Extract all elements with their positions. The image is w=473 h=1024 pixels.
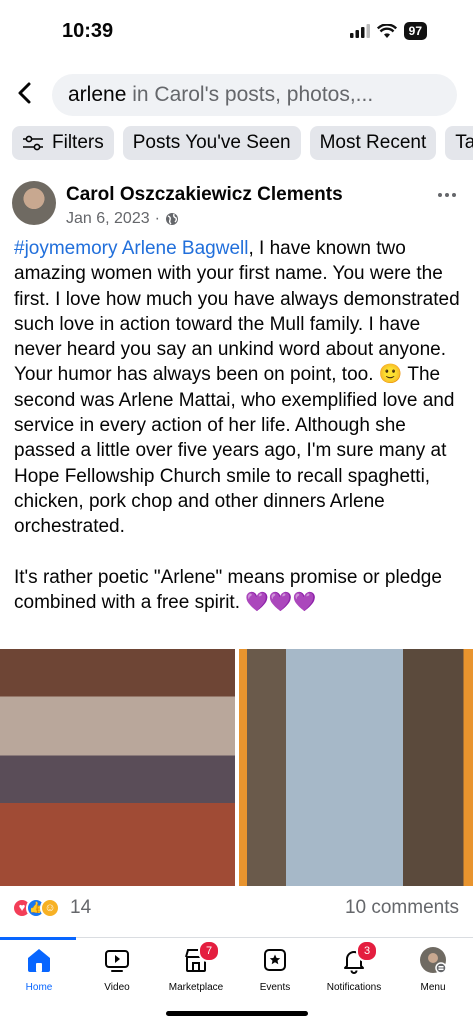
chip-label: Most Recent [319, 132, 427, 153]
author-name[interactable]: Carol Oszczakiewicz Clements [66, 184, 343, 206]
post-date[interactable]: Jan 6, 2023 [66, 210, 150, 228]
comments-link[interactable]: 10 comments [345, 897, 459, 919]
post-meta: Jan 6, 2023 · [66, 210, 179, 228]
tagged-chip[interactable]: Ta [445, 126, 473, 160]
post-header: Carol Oszczakiewicz Clements Jan 6, 2023… [12, 181, 461, 233]
post-paragraph: #joymemory Arlene Bagwell, I have known … [14, 236, 464, 540]
active-tab-indicator [0, 937, 76, 940]
signal-icon [349, 24, 370, 38]
tab-label: Events [259, 982, 291, 993]
filters-chip[interactable]: Filters [12, 126, 114, 160]
status-icons: 97 [349, 22, 427, 40]
sliders-icon [23, 135, 43, 151]
search-row: arlene in Carol's posts, photos,... [0, 72, 473, 118]
posts-youve-seen-chip[interactable]: Posts You've Seen [122, 126, 301, 160]
bottom-tab-bar: Home Video 7 Marketplace Events 3 Notifi… [0, 937, 473, 1024]
bell-icon: 3 [340, 940, 378, 974]
notification-badge: 7 [198, 940, 220, 962]
tab-notifications[interactable]: 3 Notifications [316, 940, 392, 993]
chip-label: Filters [52, 132, 104, 153]
filter-chips: Filters Posts You've Seen Most Recent Ta [12, 126, 473, 160]
author-avatar[interactable] [12, 181, 56, 225]
chevron-left-icon [18, 82, 31, 104]
reaction-count[interactable]: 14 [70, 897, 91, 919]
hashtag-link[interactable]: #joymemory [14, 238, 117, 259]
back-button[interactable] [14, 78, 42, 112]
mention-link[interactable]: Arlene Bagwell [122, 238, 249, 259]
more-horizontal-icon [438, 193, 456, 197]
tab-events[interactable]: Events [237, 946, 313, 993]
chip-label: Posts You've Seen [132, 132, 291, 153]
care-reaction-icon: ☺ [40, 898, 60, 918]
globe-icon [165, 213, 178, 225]
more-options-button[interactable] [437, 181, 457, 204]
tab-label: Menu [420, 982, 446, 993]
tab-menu[interactable]: Menu [395, 946, 471, 993]
chip-label: Ta [455, 132, 473, 153]
tab-marketplace[interactable]: 7 Marketplace [158, 940, 234, 993]
search-scope: in Carol's posts, photos,... [126, 83, 374, 106]
tab-label: Video [104, 982, 130, 993]
notification-badge: 3 [356, 940, 378, 962]
events-icon [261, 946, 289, 974]
post-photo[interactable] [0, 649, 235, 886]
home-indicator [166, 1011, 308, 1016]
tab-label: Notifications [326, 982, 382, 993]
status-time: 10:39 [62, 20, 114, 42]
video-icon [103, 946, 131, 974]
status-bar: 10:39 97 [0, 0, 473, 62]
marketplace-icon: 7 [182, 940, 220, 974]
most-recent-chip[interactable]: Most Recent [309, 126, 437, 160]
search-input[interactable]: arlene in Carol's posts, photos,... [52, 74, 457, 116]
meta-separator: · [154, 210, 160, 227]
home-icon [25, 946, 53, 974]
tab-label: Home [25, 982, 53, 993]
post-photos [0, 649, 473, 886]
post-text: #joymemory Arlene Bagwell, I have known … [14, 236, 464, 615]
battery-indicator: 97 [403, 22, 427, 40]
paragraph-text: , I have known two amazing women with yo… [14, 238, 460, 538]
search-query: arlene [68, 83, 127, 106]
tab-home[interactable]: Home [1, 946, 77, 993]
post-photo[interactable] [239, 649, 473, 886]
reaction-icons[interactable]: ♥ 👍 ☺ [12, 898, 60, 918]
post-paragraph: It's rather poetic "Arlene" means promis… [14, 566, 442, 613]
menu-avatar-icon [419, 946, 447, 974]
wifi-icon [376, 23, 397, 38]
tab-video[interactable]: Video [79, 946, 155, 993]
tab-label: Marketplace [168, 982, 224, 993]
reactions-row: ♥ 👍 ☺ 14 10 comments [12, 893, 459, 923]
